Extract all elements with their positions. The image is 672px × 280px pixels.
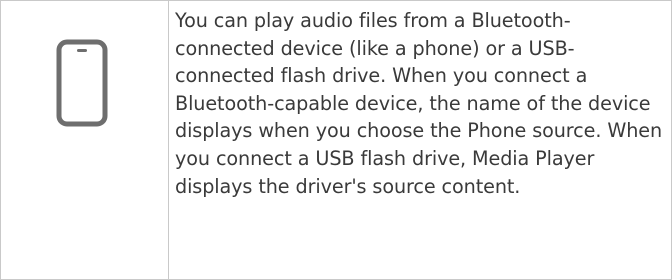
- note-table: You can play audio files from a Bluetoot…: [0, 0, 672, 280]
- note-text: You can play audio files from a Bluetoot…: [175, 9, 663, 198]
- phone-icon: [56, 39, 108, 127]
- text-cell: You can play audio files from a Bluetoot…: [168, 0, 672, 280]
- icon-cell: [0, 0, 168, 280]
